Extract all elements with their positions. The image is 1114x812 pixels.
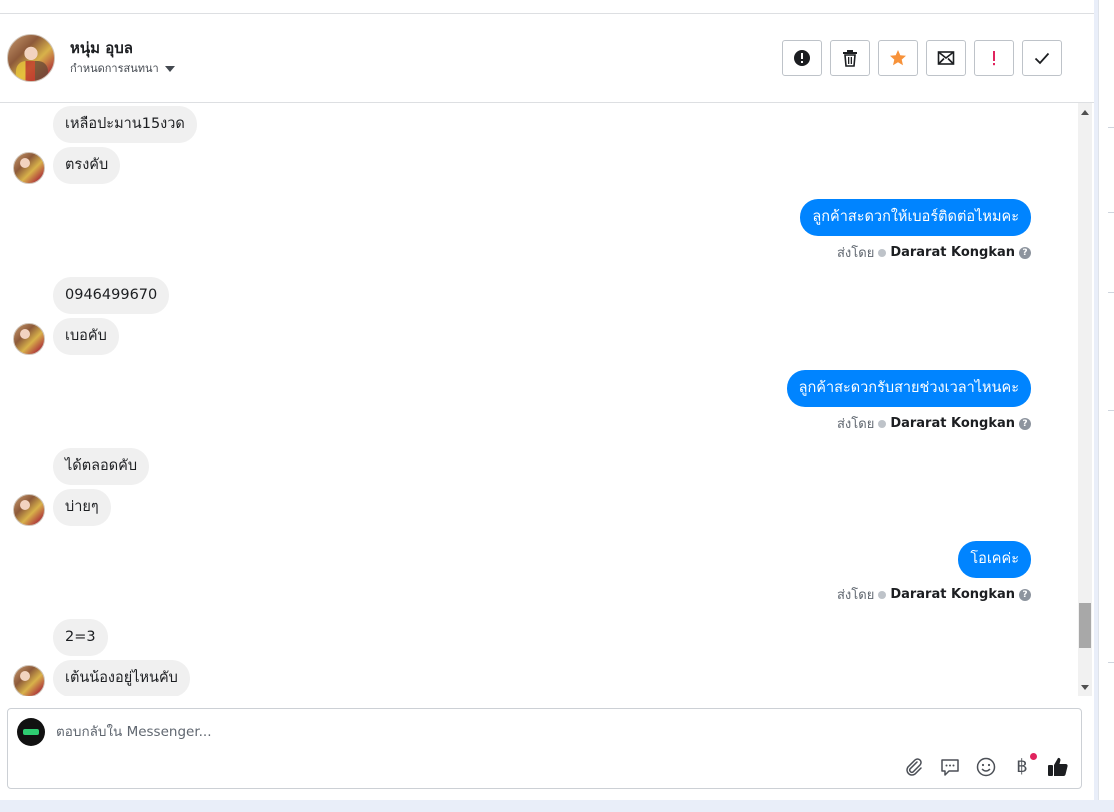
page-avatar: [17, 718, 45, 746]
avatar: [13, 323, 45, 355]
mark-unread-button[interactable]: [926, 40, 966, 76]
divider: [1108, 662, 1114, 663]
divider: [1108, 292, 1114, 293]
avatar[interactable]: [7, 34, 55, 82]
composer-actions: ฿: [903, 753, 1069, 778]
avatar: [13, 152, 45, 184]
scroll-down-icon[interactable]: [1081, 685, 1089, 690]
sent-by-label: ส่งโดย: [836, 246, 875, 261]
message-bubble-incoming: บ่ายๆ: [53, 489, 111, 526]
mail-icon: [937, 51, 955, 65]
toolbar: [782, 40, 1062, 76]
divider: [1108, 127, 1114, 128]
message-bubble-incoming: เหลือปะมาน15งวด: [53, 106, 197, 143]
scrollbar-thumb[interactable]: [1079, 603, 1091, 648]
scroll-up-icon[interactable]: [1081, 110, 1089, 115]
conversation-setting-dropdown[interactable]: กำหนดการสนทนา: [70, 59, 175, 77]
exclamation-icon: [993, 51, 995, 66]
message-bubble-incoming: เบอคับ: [53, 318, 119, 355]
chat-bubble-icon: [941, 759, 959, 776]
attach-button[interactable]: [903, 756, 925, 778]
sent-check-icon: [878, 590, 887, 599]
user-name[interactable]: หนุ่ม อุบล: [70, 36, 133, 60]
agent-name: Dararat Kongkan: [890, 587, 1015, 602]
message-list[interactable]: เหลือปะมาน15งวด ตรงคับ ลูกค้าสะดวกให้เบอ…: [0, 103, 1078, 696]
agent-name: Dararat Kongkan: [890, 245, 1015, 260]
like-button[interactable]: [1047, 756, 1069, 778]
conversation-panel: หนุ่ม อุบล กำหนดการสนทนา เหลือปะมาน15งวด…: [0, 0, 1094, 800]
sent-check-icon: [878, 248, 887, 257]
paperclip-icon: [906, 758, 922, 776]
thumbs-up-icon: [1048, 757, 1068, 776]
side-panel-card: [1098, 0, 1114, 800]
delete-button[interactable]: [830, 40, 870, 76]
emoji-button[interactable]: [975, 756, 997, 778]
check-icon: [1034, 52, 1050, 65]
message-bubble-incoming: 2=3: [53, 619, 108, 656]
notification-dot: [1030, 753, 1037, 760]
message-bubble-outgoing: โอเคค่ะ: [958, 541, 1031, 578]
sent-by-info: ส่งโดย Dararat Kongkan ?: [837, 413, 1031, 434]
saved-replies-button[interactable]: [939, 756, 961, 778]
divider: [1108, 212, 1114, 213]
divider: [1108, 410, 1114, 411]
star-icon: [890, 50, 906, 66]
scrollbar[interactable]: [1078, 103, 1092, 696]
follow-up-button[interactable]: [974, 40, 1014, 76]
side-panel-edge: [1094, 0, 1114, 812]
message-bubble-incoming: ได้ตลอดคับ: [53, 448, 150, 485]
mark-done-button[interactable]: [1022, 40, 1062, 76]
message-bubble-incoming: 0946499670: [53, 277, 170, 314]
payment-button[interactable]: ฿: [1011, 753, 1037, 778]
reply-composer: ฿: [7, 708, 1082, 789]
alert-circle-icon: [794, 50, 810, 66]
sent-by-label: ส่งโดย: [836, 588, 875, 603]
help-icon[interactable]: ?: [1019, 588, 1031, 601]
sent-check-icon: [878, 419, 887, 428]
baht-icon: ฿: [1016, 756, 1028, 777]
conversation-header: หนุ่ม อุบล กำหนดการสนทนา: [0, 14, 1094, 103]
avatar: [13, 494, 45, 526]
message-bubble-incoming: ตรงคับ: [53, 147, 121, 184]
trash-icon: [843, 50, 857, 67]
help-icon[interactable]: ?: [1019, 246, 1031, 259]
report-spam-button[interactable]: [782, 40, 822, 76]
star-button[interactable]: [878, 40, 918, 76]
conversation-setting-label: กำหนดการสนทนา: [70, 62, 159, 75]
sent-by-info: ส่งโดย Dararat Kongkan ?: [837, 584, 1031, 605]
smiley-icon: [976, 757, 996, 777]
avatar: [13, 665, 45, 696]
chevron-down-icon: [164, 65, 175, 72]
message-bubble-outgoing: ลูกค้าสะดวกรับสายช่วงเวลาไหนคะ: [786, 370, 1031, 407]
message-bubble-outgoing: ลูกค้าสะดวกให้เบอร์ติดต่อไหมคะ: [800, 199, 1031, 236]
reply-input[interactable]: [56, 721, 956, 743]
help-icon[interactable]: ?: [1019, 417, 1031, 430]
agent-name: Dararat Kongkan: [890, 416, 1015, 431]
sent-by-info: ส่งโดย Dararat Kongkan ?: [837, 242, 1031, 263]
message-bubble-incoming: เต้นน้องอยู่ไหนคับ: [53, 660, 190, 696]
sent-by-label: ส่งโดย: [836, 417, 875, 432]
